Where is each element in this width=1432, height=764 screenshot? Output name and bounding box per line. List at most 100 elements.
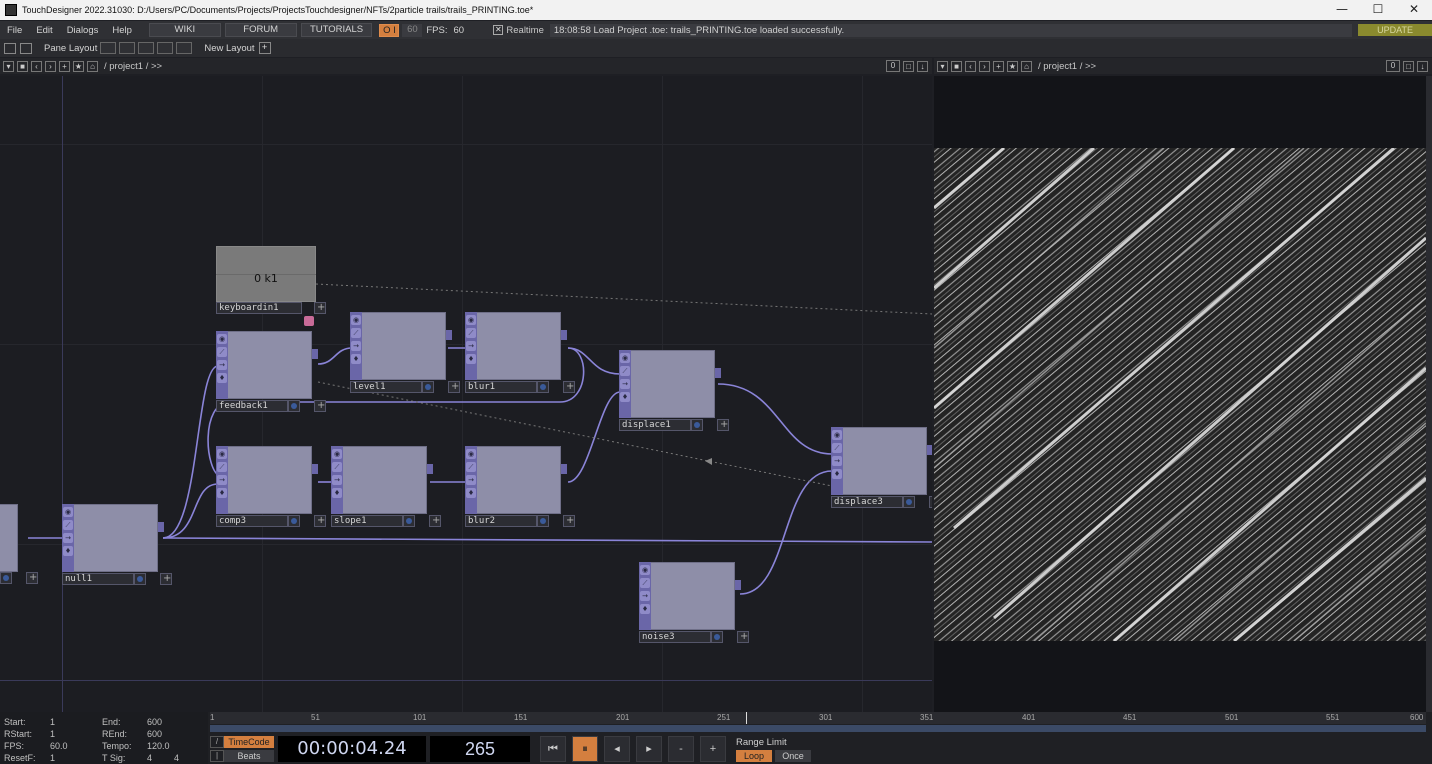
node-label: slope1 xyxy=(331,515,403,527)
viewer-type-icon[interactable]: ■ xyxy=(951,60,962,72)
step-back-icon[interactable]: ◂ xyxy=(604,736,630,762)
tsig-value-2[interactable]: 4 xyxy=(174,753,179,763)
viewer-path-bar: ▾ ■ ‹ › + ★ ⌂ / project1 / >> 0 □ ↓ xyxy=(934,58,1432,74)
node-label: blur2 xyxy=(465,515,537,527)
layout-split-vertical[interactable] xyxy=(119,42,136,54)
viewer-path[interactable]: / project1 / >> xyxy=(1038,61,1386,72)
start-value[interactable]: 1 xyxy=(50,717,55,727)
pane-split-icon[interactable] xyxy=(4,42,16,54)
node-label: blur1 xyxy=(465,381,537,393)
perform-mode-button[interactable]: O I xyxy=(379,23,400,37)
pane-swap-icon[interactable] xyxy=(20,42,32,54)
pane-layout-label: Pane Layout xyxy=(44,42,98,54)
timecode-display[interactable]: 00:00:04.24 xyxy=(278,736,426,762)
layout-three[interactable] xyxy=(157,42,174,54)
timeline-ruler[interactable]: 1 51 101 151 201 251 301 351 401 451 501… xyxy=(210,712,1426,724)
viewer-parent-icon[interactable]: ⌂ xyxy=(1021,60,1032,72)
pin-pane-icon[interactable]: ↓ xyxy=(917,60,928,72)
viewer-scrollbar[interactable] xyxy=(1426,76,1432,712)
time-info-panel: Start: 1 End: 600 RStart: 1 REnd: 600 FP… xyxy=(0,712,208,764)
pause-icon[interactable]: ⏸ xyxy=(572,736,598,762)
menu-help[interactable]: Help xyxy=(105,25,139,36)
transport-controls: / TimeCode | Beats 00:00:04.24 265 ⏮ ⏸ ◂ ▸… xyxy=(210,734,1432,764)
touchdesigner-window: TouchDesigner 2022.31030: D:/Users/PC/Do… xyxy=(0,0,1432,764)
tick-label: 251 xyxy=(717,713,731,722)
resetf-value[interactable]: 1 xyxy=(50,753,55,763)
end-label: End: xyxy=(102,717,121,727)
layout-single[interactable] xyxy=(100,42,117,54)
update-button[interactable]: UPDATE xyxy=(1358,24,1432,36)
minimize-button[interactable]: — xyxy=(1324,0,1360,20)
loop-button[interactable]: Loop xyxy=(736,749,772,762)
network-editor[interactable]: 0 k1 keyboardin1 ◉⟋→♦ feedback1 ◉⟋→♦ lev… xyxy=(0,76,932,712)
fps-cap-button[interactable]: 60 xyxy=(402,23,423,37)
flag-icon[interactable] xyxy=(304,316,314,326)
beats-button[interactable]: Beats xyxy=(224,750,274,762)
rstart-value[interactable]: 1 xyxy=(50,729,55,739)
rend-label: REnd: xyxy=(102,729,128,739)
network-path-bar: ▾ ■ ‹ › + ★ ⌂ / project1 / >> 0 □ ↓ xyxy=(0,58,932,74)
node-label: displace1 xyxy=(619,419,691,431)
menu-dialogs[interactable]: Dialogs xyxy=(60,25,106,36)
tick-label: 51 xyxy=(311,713,320,722)
wiki-button[interactable]: WIKI xyxy=(148,23,221,37)
slower-button[interactable]: - xyxy=(668,736,694,762)
forum-button[interactable]: FORUM xyxy=(224,23,297,37)
viewer-maximize-icon[interactable]: □ xyxy=(1403,60,1414,72)
fps-label: FPS: xyxy=(426,24,448,36)
menu-bar: File Edit Dialogs Help WIKI FORUM TUTORI… xyxy=(0,21,1432,39)
parent-icon[interactable]: ⌂ xyxy=(87,60,98,72)
tutorials-button[interactable]: TUTORIALS xyxy=(300,23,373,37)
bookmark-icon[interactable]: ★ xyxy=(73,60,84,72)
maximize-pane-icon[interactable]: □ xyxy=(903,60,914,72)
realtime-checkbox[interactable]: ✕ xyxy=(493,25,504,35)
close-button[interactable]: ✕ xyxy=(1396,0,1432,20)
end-value[interactable]: 600 xyxy=(147,717,162,727)
tick-label: 401 xyxy=(1022,713,1036,722)
tsig-label: T Sig: xyxy=(102,753,126,763)
once-button[interactable]: Once xyxy=(775,749,811,762)
faster-button[interactable]: + xyxy=(700,736,726,762)
menu-edit[interactable]: Edit xyxy=(29,25,59,36)
new-layout-label: New Layout xyxy=(204,42,255,54)
frame-display[interactable]: 265 xyxy=(430,736,530,762)
node-label: null1 xyxy=(62,573,134,585)
viewer-back-icon[interactable]: ‹ xyxy=(965,60,976,72)
rewind-icon[interactable]: ⏮ xyxy=(540,736,566,762)
viewer-pin-icon[interactable]: ↓ xyxy=(1417,60,1428,72)
viewer-add-icon[interactable]: + xyxy=(993,60,1004,72)
rend-value[interactable]: 600 xyxy=(147,729,162,739)
range-limit-label: Range Limit xyxy=(736,736,787,748)
tick-label: 351 xyxy=(920,713,934,722)
viewer-bookmark-icon[interactable]: ★ xyxy=(1007,60,1018,72)
add-layout-button[interactable]: + xyxy=(258,42,271,54)
pane-type-icon[interactable]: ■ xyxy=(17,60,28,72)
viewer-pane[interactable] xyxy=(934,76,1426,712)
pane-toolbar: Pane Layout New Layout + xyxy=(0,39,1432,57)
back-icon[interactable]: ‹ xyxy=(31,60,42,72)
tsig-value-1[interactable]: 4 xyxy=(147,753,152,763)
layout-four[interactable] xyxy=(176,42,193,54)
window-title: TouchDesigner 2022.31030: D:/Users/PC/Do… xyxy=(22,5,534,15)
layout-split-horizontal[interactable] xyxy=(138,42,155,54)
maximize-button[interactable]: ☐ xyxy=(1360,0,1396,20)
viewer-menu-icon[interactable]: ▾ xyxy=(937,60,948,72)
realtime-label: Realtime xyxy=(506,24,544,36)
add-icon[interactable]: + xyxy=(59,60,70,72)
keyboardin-value: 0 k1 xyxy=(254,272,278,285)
tick-label: 551 xyxy=(1326,713,1340,722)
network-path[interactable]: / project1 / >> xyxy=(104,61,886,72)
timecode-button[interactable]: TimeCode xyxy=(224,736,274,748)
menu-file[interactable]: File xyxy=(0,25,29,36)
viewer-forward-icon[interactable]: › xyxy=(979,60,990,72)
forward-icon[interactable]: › xyxy=(45,60,56,72)
timeline-range-bar[interactable] xyxy=(210,725,1426,732)
pane-menu-icon[interactable]: ▾ xyxy=(3,60,14,72)
tempo-value[interactable]: 120.0 xyxy=(147,741,170,751)
app-icon xyxy=(5,4,17,16)
fps-value[interactable]: 60.0 xyxy=(50,741,68,751)
playhead[interactable] xyxy=(746,712,747,724)
render-preview xyxy=(934,148,1426,641)
start-label: Start: xyxy=(4,717,26,727)
step-forward-icon[interactable]: ▸ xyxy=(636,736,662,762)
